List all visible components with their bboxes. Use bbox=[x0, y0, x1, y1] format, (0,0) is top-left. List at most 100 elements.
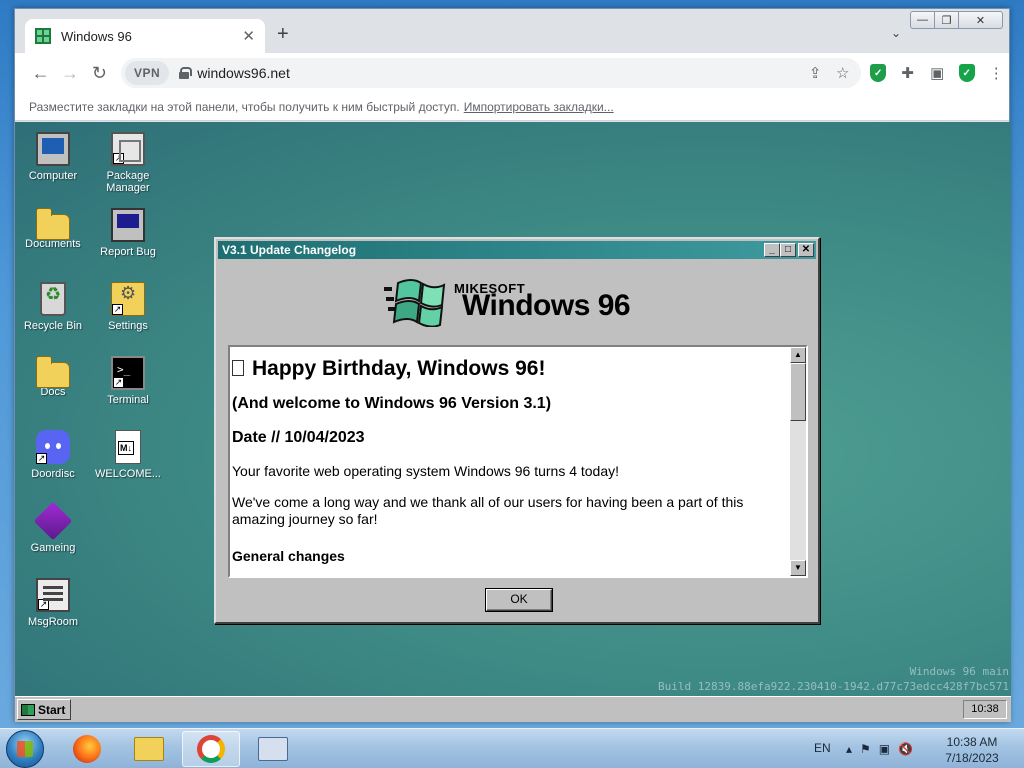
window-maximize-button[interactable]: ❐ bbox=[934, 11, 959, 29]
desktop-icon-documents[interactable]: Documents bbox=[15, 208, 93, 250]
w96-clock: 10:38 bbox=[963, 700, 1007, 719]
taskbar-firefox[interactable] bbox=[58, 731, 116, 767]
tab-close-icon[interactable]: ✕ bbox=[242, 27, 255, 45]
markdown-file-icon bbox=[115, 430, 141, 464]
scroll-down-icon[interactable]: ▼ bbox=[790, 560, 806, 576]
dialog-minimize-icon[interactable]: _ bbox=[764, 243, 780, 257]
lock-icon[interactable] bbox=[179, 67, 193, 79]
emoji-placeholder-icon bbox=[232, 360, 244, 376]
changelog-dialog: V3.1 Update Changelog _ □ ✕ MIKESOFT Win… bbox=[214, 237, 820, 624]
windows96-flag-icon bbox=[384, 279, 446, 327]
clock-date: 7/18/2023 bbox=[945, 751, 999, 765]
adblock-extension-icon[interactable]: ✓ bbox=[865, 59, 891, 87]
extensions-puzzle-icon[interactable]: ✚ bbox=[895, 59, 921, 87]
dialog-close-icon[interactable]: ✕ bbox=[798, 243, 814, 257]
dialog-title: V3.1 Update Changelog bbox=[222, 243, 357, 257]
changelog-paragraph: Your favorite web operating system Windo… bbox=[232, 463, 620, 479]
changelog-subheading: (And welcome to Windows 96 Version 3.1) bbox=[232, 395, 552, 412]
windows-start-orb-icon[interactable] bbox=[6, 730, 44, 768]
tab-search-chevron-icon[interactable]: ⌄ bbox=[891, 26, 901, 40]
folder-icon bbox=[36, 356, 70, 388]
discord-icon: ↗ bbox=[36, 430, 70, 464]
tab-title: Windows 96 bbox=[61, 28, 132, 44]
firefox-icon bbox=[73, 735, 101, 763]
file-explorer-icon bbox=[134, 737, 164, 761]
system-clock[interactable]: 10:38 AM 7/18/2023 bbox=[936, 734, 1008, 766]
security-extension-icon[interactable]: ✓ bbox=[954, 59, 980, 87]
browser-tab[interactable]: Windows 96 ✕ bbox=[25, 19, 265, 53]
w96-start-button[interactable]: Start bbox=[17, 699, 71, 720]
back-button[interactable]: ← bbox=[27, 58, 54, 88]
chrome-window: Windows 96 ✕ + ⌄ — ❐ ✕ ← → ↻ VPN windows… bbox=[14, 8, 1011, 722]
build-branch: Windows 96 main bbox=[909, 665, 1009, 678]
chat-window-icon: ↗ bbox=[36, 578, 70, 612]
changelog-section-heading: General changes bbox=[232, 548, 345, 564]
desktop-icon-report-bug[interactable]: Report Bug bbox=[88, 208, 168, 258]
ok-button[interactable]: OK bbox=[486, 589, 552, 611]
window-close-button[interactable]: ✕ bbox=[958, 11, 1003, 29]
report-bug-icon bbox=[111, 208, 145, 242]
desktop-icon-terminal[interactable]: ↗ Terminal bbox=[88, 356, 168, 406]
clock-time: 10:38 AM bbox=[946, 735, 998, 749]
bookmarks-bar-hint: Разместите закладки на этой панели, чтоб… bbox=[29, 99, 460, 114]
changelog-date: Date // 10/04/2023 bbox=[232, 429, 365, 446]
bookmarks-bar: Разместите закладки на этой панели, чтоб… bbox=[15, 93, 1009, 121]
changelog-scrollbar[interactable]: ▲ ▼ bbox=[790, 347, 806, 576]
desktop-icon-package-manager[interactable]: ↗ Package Manager bbox=[88, 132, 168, 194]
address-bar[interactable]: VPN windows96.net ⇪ ☆ bbox=[121, 58, 862, 88]
chrome-icon bbox=[197, 735, 225, 763]
start-flag-icon bbox=[21, 703, 35, 716]
start-label: Start bbox=[38, 702, 66, 717]
desktop-icon-docs[interactable]: Docs bbox=[15, 356, 93, 398]
dialog-title-bar[interactable]: V3.1 Update Changelog _ □ ✕ bbox=[218, 241, 816, 259]
import-bookmarks-link[interactable]: Импортировать закладки... bbox=[464, 100, 614, 114]
windows7-taskbar: EN ▴⚑▣🔇 10:38 AM 7/18/2023 bbox=[0, 728, 1024, 768]
changelog-content[interactable]: Happy Birthday, Windows 96! (And welcome… bbox=[228, 345, 808, 578]
side-panel-icon[interactable]: ▣ bbox=[924, 59, 950, 87]
windows96-logo: MIKESOFT Windows 96 bbox=[384, 275, 654, 331]
logo-product-text: Windows 96 bbox=[462, 289, 631, 322]
share-icon[interactable]: ⇪ bbox=[809, 64, 822, 82]
windows96-desktop: Computer Documents Recycle Bin Docs ↗ Do… bbox=[15, 122, 1011, 722]
folder-icon bbox=[36, 208, 70, 240]
changelog-heading: Happy Birthday, Windows 96! bbox=[232, 357, 790, 381]
forward-button[interactable]: → bbox=[56, 58, 83, 88]
desktop-icon-msgroom[interactable]: ↗ MsgRoom bbox=[15, 578, 93, 628]
game-cube-icon bbox=[33, 501, 73, 541]
dialog-maximize-icon[interactable]: □ bbox=[780, 243, 796, 257]
desktop-icon-computer[interactable]: Computer bbox=[15, 132, 93, 182]
desktop-icon-gameing[interactable]: Gameing bbox=[15, 501, 93, 554]
changelog-paragraph: We've come a long way and we thank all o… bbox=[232, 494, 744, 527]
language-indicator[interactable]: EN bbox=[814, 741, 831, 755]
desktop-icon-recycle-bin[interactable]: Recycle Bin bbox=[15, 282, 93, 332]
scroll-up-icon[interactable]: ▲ bbox=[790, 347, 806, 363]
computer-icon bbox=[36, 132, 70, 166]
vpn-badge[interactable]: VPN bbox=[125, 61, 170, 85]
keyboard-app-icon bbox=[258, 737, 288, 761]
settings-icon: ↗ bbox=[111, 282, 145, 316]
window-minimize-button[interactable]: — bbox=[910, 11, 935, 29]
new-tab-button[interactable]: + bbox=[277, 23, 289, 45]
desktop-icon-doordisc[interactable]: ↗ Doordisc bbox=[15, 430, 93, 480]
system-tray-icons[interactable]: ▴⚑▣🔇 bbox=[846, 742, 921, 756]
package-icon: ↗ bbox=[111, 132, 145, 166]
url-text[interactable]: windows96.net bbox=[197, 65, 290, 81]
changelog-text: Happy Birthday, Windows 96! (And welcome… bbox=[232, 357, 790, 564]
taskbar-keyboard-app[interactable] bbox=[244, 731, 302, 767]
build-watermark: Windows 96 main Build 12839.88efa922.230… bbox=[658, 664, 1009, 694]
taskbar-chrome[interactable] bbox=[182, 731, 240, 767]
bookmark-star-icon[interactable]: ☆ bbox=[836, 64, 849, 82]
desktop-icon-welcome[interactable]: WELCOME... bbox=[88, 430, 168, 480]
recycle-bin-icon bbox=[40, 282, 66, 316]
taskbar-explorer[interactable] bbox=[120, 731, 178, 767]
tab-strip: Windows 96 ✕ + ⌄ — ❐ ✕ bbox=[15, 9, 1009, 53]
chrome-menu-icon[interactable]: ⋮ bbox=[983, 59, 1009, 87]
build-number: Build 12839.88efa922.230410-1942.d77c73e… bbox=[658, 680, 1009, 693]
windows7-desktop: Windows 96 ✕ + ⌄ — ❐ ✕ ← → ↻ VPN windows… bbox=[0, 0, 1024, 728]
w96-taskbar: Start 10:38 bbox=[15, 696, 1011, 722]
scroll-thumb[interactable] bbox=[790, 363, 806, 421]
desktop-icon-settings[interactable]: ↗ Settings bbox=[88, 282, 168, 332]
terminal-icon: ↗ bbox=[111, 356, 145, 390]
browser-toolbar: ← → ↻ VPN windows96.net ⇪ ☆ ✓ ✚ ▣ ✓ ⋮ bbox=[15, 53, 1009, 93]
reload-button[interactable]: ↻ bbox=[86, 58, 113, 88]
